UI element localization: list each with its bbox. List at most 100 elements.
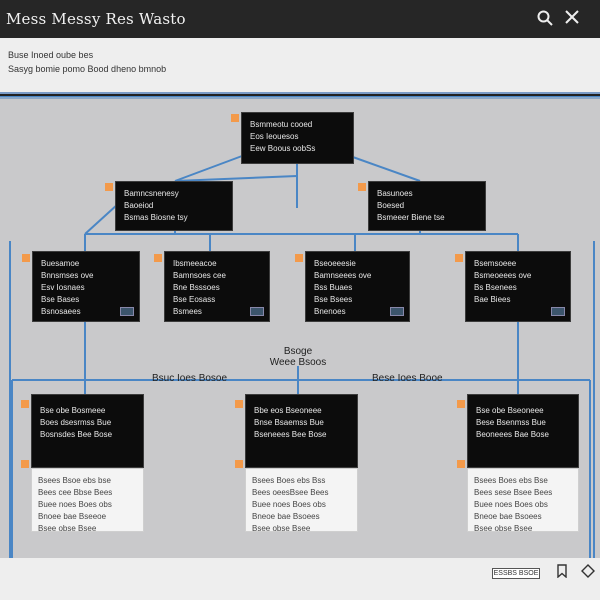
node-text: Bne Bsssoes bbox=[173, 283, 220, 292]
connection-handle[interactable] bbox=[358, 183, 366, 191]
branch-label: Bsuc Ioes Bosoe bbox=[152, 373, 228, 384]
node-text: Bse obe Bseoneee bbox=[476, 406, 544, 415]
level2-node[interactable]: Basunoes Boesed Bsmeeer Biene tse bbox=[368, 181, 486, 231]
node-text: Bsmeoeees ove bbox=[474, 271, 532, 280]
node-text: Buesamoe bbox=[41, 259, 80, 268]
connection-handle[interactable] bbox=[235, 400, 243, 408]
node-badge bbox=[390, 307, 404, 316]
node-text: Bnenoes bbox=[314, 307, 346, 316]
node-text: Bneoe bae Bsoees bbox=[474, 512, 542, 521]
node-text: Bse Bsees bbox=[314, 295, 353, 304]
connector bbox=[174, 155, 243, 182]
node-text: Buee noes Boes obs bbox=[38, 500, 112, 509]
connection-handle[interactable] bbox=[21, 460, 29, 468]
level3-node[interactable]: Bseoeeesie Bamnseees ove Bss Buaes Bse B… bbox=[305, 251, 410, 322]
node-badge bbox=[120, 307, 134, 316]
node-text: Bseoeeesie bbox=[314, 259, 356, 268]
level4-node[interactable]: Bbe eos Bseoneee Bnse Bsaemss Bue Bsenee… bbox=[245, 394, 358, 533]
level4-node[interactable]: Bse obe Bosmeee Boes dsesrmss Bue Bosnsd… bbox=[31, 394, 144, 533]
node-text: Boes dsesrmss Bue bbox=[40, 418, 112, 427]
node-text: Bsee obse Bsee bbox=[474, 524, 533, 533]
level3-node[interactable]: Bsemsoeee Bsmeoeees ove Bs Bsenees Bae B… bbox=[465, 251, 571, 322]
node-text: Bsee obse Bsee bbox=[38, 524, 97, 533]
root-node[interactable]: Bsmmeotu cooed Eos Ieouesos Eew Boous oo… bbox=[241, 112, 354, 164]
node-text: Buee noes Boes obs bbox=[474, 500, 548, 509]
status-bar: ESSBS BSOE bbox=[0, 558, 600, 600]
node-header: Bse obe Bosmeee Boes dsesrmss Bue Bosnsd… bbox=[31, 394, 144, 468]
node-header: Bbe eos Bseoneee Bnse Bsaemss Bue Bsenee… bbox=[245, 394, 358, 468]
level3-node[interactable]: Buesamoe Bnnsmses ove Esv Iosnaes Bse Ba… bbox=[32, 251, 140, 322]
node-text: Bsees Boes ebs Bss bbox=[252, 476, 326, 485]
node-text: Bseneees Bee Bose bbox=[254, 430, 327, 439]
node-text: Bbe eos Bseoneee bbox=[254, 406, 322, 415]
node-text: Baoeiod bbox=[124, 201, 154, 210]
connector bbox=[349, 155, 421, 182]
node-footer: Bsees Bsoe ebs bse Bees cee Bbse Bees Bu… bbox=[31, 468, 144, 533]
description-panel: Buse Inoed oube bes Sasyg bomie pomo Boo… bbox=[0, 38, 600, 94]
node-text: Bees oeesBsee Bees bbox=[252, 488, 329, 497]
close-icon[interactable] bbox=[562, 9, 582, 29]
search-icon[interactable] bbox=[535, 9, 555, 29]
connection-handle[interactable] bbox=[154, 254, 162, 262]
node-footer: Bsees Boes ebs Bss Bees oeesBsee Bees Bu… bbox=[245, 468, 358, 533]
node-text: Bsmas Biosne tsy bbox=[124, 213, 188, 222]
level2-node[interactable]: Bamncsnenesy Baoeiod Bsmas Biosne tsy bbox=[115, 181, 233, 231]
connection-handle[interactable] bbox=[457, 400, 465, 408]
window-title: Mess Messy Res Wasto bbox=[6, 10, 186, 28]
node-text: Bse obe Bosmeee bbox=[40, 406, 106, 415]
node-text: Bs Bsenees bbox=[474, 283, 517, 292]
node-text: Bsmees bbox=[173, 307, 202, 316]
bookmark-icon[interactable] bbox=[554, 564, 570, 580]
level4-node[interactable]: Bse obe Bseoneee Bese Bsenmss Bue Beonee… bbox=[467, 394, 579, 533]
connection-handle[interactable] bbox=[105, 183, 113, 191]
node-badge bbox=[551, 307, 565, 316]
node-text: Bnoee bae Bseeoe bbox=[38, 512, 107, 521]
node-text: Beoneees Bae Bose bbox=[476, 430, 549, 439]
node-text: Bneoe bae Bsoees bbox=[252, 512, 320, 521]
connection-handle[interactable] bbox=[295, 254, 303, 262]
description-line: Sasyg bomie pomo Bood dheno bmnob bbox=[8, 64, 167, 74]
node-text: Eos Ieouesos bbox=[250, 132, 299, 141]
node-text: Bsees Boes ebs Bse bbox=[474, 476, 548, 485]
connection-handle[interactable] bbox=[235, 460, 243, 468]
node-text: Bamnseees ove bbox=[314, 271, 372, 280]
node-text: Bees cee Bbse Bees bbox=[38, 488, 113, 497]
node-text: Bsmeeer Biene tse bbox=[377, 213, 445, 222]
level3-node[interactable]: Ibsmeeacoe Bamnsoes cee Bne Bsssoes Bse … bbox=[164, 251, 270, 322]
node-text: Esv Iosnaes bbox=[41, 283, 85, 292]
node-text: Bsmmeotu cooed bbox=[250, 120, 313, 129]
node-text: Eew Boous oobSs bbox=[250, 144, 316, 153]
title-bar: Mess Messy Res Wasto bbox=[0, 0, 600, 38]
connector bbox=[84, 203, 119, 235]
node-text: Bse Bases bbox=[41, 295, 80, 304]
node-text: Bamnsoes cee bbox=[173, 271, 226, 280]
connection-handle[interactable] bbox=[231, 114, 239, 122]
node-text: Buee noes Boes obs bbox=[252, 500, 326, 509]
node-text: Basunoes bbox=[377, 189, 413, 198]
node-text: Bsemsoeee bbox=[474, 259, 517, 268]
connection-handle[interactable] bbox=[457, 460, 465, 468]
node-text: Bsees Bsoe ebs bse bbox=[38, 476, 111, 485]
node-text: Ibsmeeacoe bbox=[173, 259, 217, 268]
center-label-line: Bsoge bbox=[283, 346, 313, 357]
branch-label: Bese Ioes Booe bbox=[372, 373, 443, 384]
status-field[interactable]: ESSBS BSOE bbox=[492, 568, 540, 579]
node-text: Boesed bbox=[377, 201, 405, 210]
diamond-icon[interactable] bbox=[580, 564, 596, 580]
node-text: Bnse Bsaemss Bue bbox=[254, 418, 324, 427]
center-label-line: Weee Bsoos bbox=[269, 357, 327, 368]
node-text: Bees sese Bsee Bees bbox=[474, 488, 553, 497]
node-text: Bss Buaes bbox=[314, 283, 353, 292]
connection-handle[interactable] bbox=[455, 254, 463, 262]
connection-handle[interactable] bbox=[22, 254, 30, 262]
node-text: Bsnosaees bbox=[41, 307, 81, 316]
node-text: Bese Bsenmss Bue bbox=[476, 418, 546, 427]
node-text: Bse Eosass bbox=[173, 295, 216, 304]
diagram-canvas[interactable]: Bsmmeotu cooed Eos Ieouesos Eew Boous oo… bbox=[0, 96, 600, 558]
node-badge bbox=[250, 307, 264, 316]
node-text: Bae Biees bbox=[474, 295, 511, 304]
node-text: Bamncsnenesy bbox=[124, 189, 179, 198]
center-label: Bsoge Weee Bsoos bbox=[258, 346, 338, 368]
node-text: Bnnsmses ove bbox=[41, 271, 94, 280]
connection-handle[interactable] bbox=[21, 400, 29, 408]
